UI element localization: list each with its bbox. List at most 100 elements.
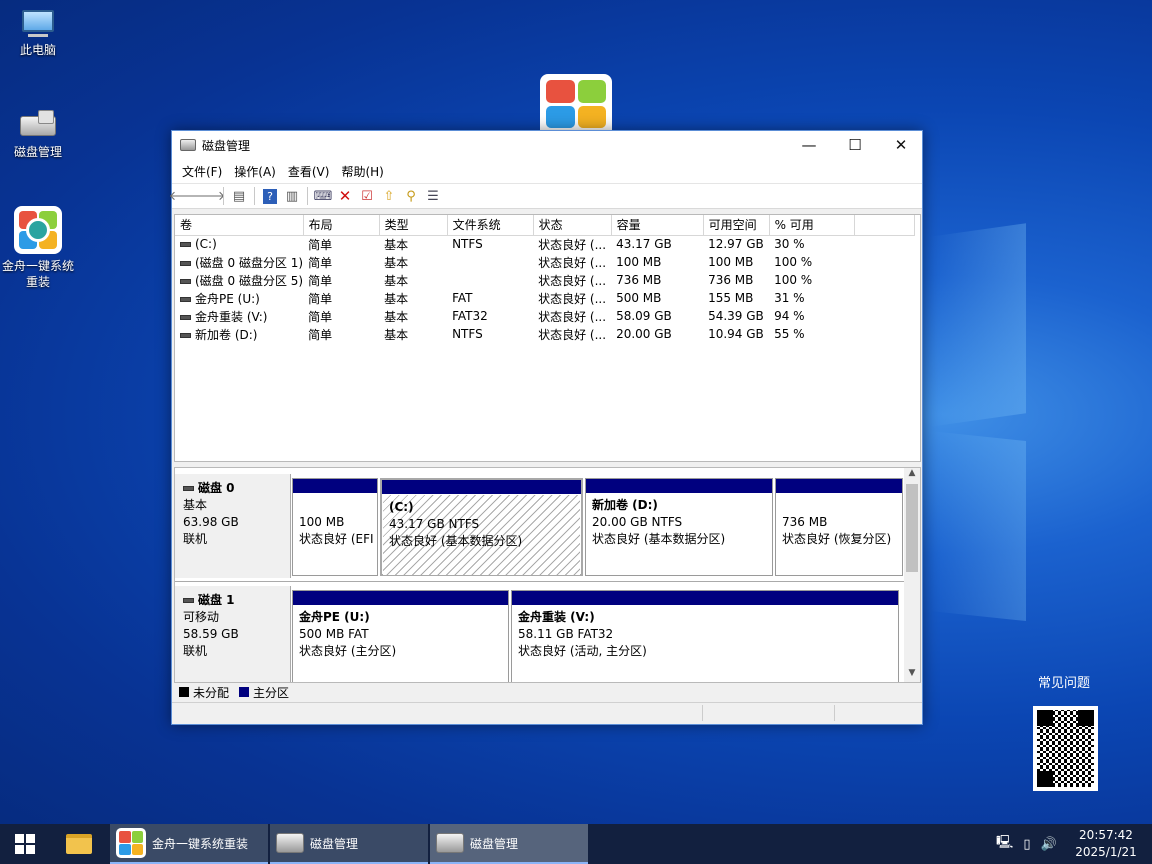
table-row[interactable]: (磁盘 0 磁盘分区 5) 简单 基本 状态良好 (... 736 MB 736… (175, 271, 914, 289)
cell-type: 基本 (384, 273, 409, 288)
table-row[interactable]: 金舟PE (U:) 简单 基本 FAT 状态良好 (... 500 MB 155… (175, 289, 914, 307)
taskbar: 金舟一键系统重装 磁盘管理 磁盘管理 🖳 ▯ 🔊 20:57:42 2025/1… (0, 824, 1152, 864)
taskbar-app-disk-mgmt-1[interactable]: 磁盘管理 (270, 824, 428, 864)
disk-1-label[interactable]: 磁盘 1 可移动 58.59 GB 联机 (175, 586, 291, 682)
desktop-icon-this-pc[interactable]: 此电脑 (0, 8, 76, 58)
cell-capacity: 43.17 GB (616, 237, 672, 252)
clock-time: 20:57:42 (1079, 828, 1133, 842)
scroll-up-icon[interactable]: ▲ (904, 468, 920, 482)
scroll-down-icon[interactable]: ▼ (904, 668, 920, 682)
cell-fs: NTFS (452, 237, 483, 252)
cell-pct: 55 % (774, 327, 805, 341)
start-button[interactable] (0, 824, 50, 864)
checklist-icon[interactable]: ☑ (357, 186, 377, 206)
file-explorer-button[interactable] (50, 824, 108, 864)
disk-divider (175, 581, 905, 582)
col-status[interactable]: 状态 (533, 215, 612, 236)
help-icon[interactable]: ? (260, 186, 280, 206)
menu-action[interactable]: 操作(A) (228, 163, 282, 180)
close-button[interactable]: ✕ (878, 131, 924, 159)
up-folder-icon[interactable]: ⇧ (379, 186, 399, 206)
wallpaper-beam (930, 430, 1026, 622)
partition-recovery[interactable]: 736 MB 状态良好 (恢复分区) (775, 478, 903, 576)
maximize-button[interactable]: ☐ (832, 131, 878, 159)
cell-free: 736 MB (708, 273, 754, 287)
legend-unallocated: 未分配 (193, 685, 230, 700)
title-bar[interactable]: 磁盘管理 — ☐ ✕ (172, 131, 922, 159)
taskbar-app-jinzhou[interactable]: 金舟一键系统重装 (110, 824, 268, 864)
cell-free: 155 MB (708, 291, 754, 305)
disk-size: 63.98 GB (183, 515, 239, 529)
properties-icon[interactable]: ▥ (282, 186, 302, 206)
partition-u[interactable]: 金舟PE (U:) 500 MB FAT 状态良好 (主分区) (292, 590, 509, 682)
disk-0-label[interactable]: 磁盘 0 基本 63.98 GB 联机 (175, 474, 291, 578)
cell-capacity: 100 MB (616, 255, 662, 269)
col-capacity[interactable]: 容量 (611, 215, 704, 236)
cell-type: 基本 (384, 309, 409, 324)
menu-view[interactable]: 查看(V) (282, 163, 336, 180)
col-type[interactable]: 类型 (379, 215, 448, 236)
clock-date: 2025/1/21 (1075, 845, 1137, 859)
taskbar-app-disk-mgmt-2[interactable]: 磁盘管理 (430, 824, 588, 864)
partition-size: 100 MB (299, 515, 345, 529)
partition-c[interactable]: (C:) 43.17 GB NTFS 状态良好 (基本数据分区) (380, 478, 583, 576)
partition-size: 736 MB (782, 515, 828, 529)
disk-icon (183, 598, 194, 603)
col-pct-free[interactable]: % 可用 (769, 215, 855, 236)
usb-icon[interactable]: ▯ (1023, 837, 1030, 852)
cell-pct: 31 % (774, 291, 805, 305)
table-row[interactable]: 新加卷 (D:) 简单 基本 NTFS 状态良好 (... 20.00 GB 1… (175, 325, 914, 343)
cell-pct: 30 % (774, 237, 805, 252)
minimize-button[interactable]: — (786, 131, 832, 159)
settings-icon[interactable]: ☰ (423, 186, 443, 206)
jinzhou-floating-icon (540, 74, 612, 134)
cell-status: 状态良好 (... (538, 237, 607, 252)
jinzhou-reinstall-icon (14, 206, 62, 254)
cell-capacity: 58.09 GB (616, 309, 672, 323)
console-tree-icon[interactable]: ▤ (229, 186, 249, 206)
forward-arrow-icon[interactable]: 🡒 (191, 186, 226, 206)
disk-management-window: 磁盘管理 — ☐ ✕ 文件(F) 操作(A) 查看(V) 帮助(H) 🡐 🡒 ▤… (169, 130, 923, 725)
table-row[interactable]: 金舟重装 (V:) 简单 基本 FAT32 状态良好 (... 58.09 GB… (175, 307, 914, 325)
scroll-thumb[interactable] (906, 484, 918, 572)
status-divider (834, 705, 835, 721)
desktop-icon-disk-management[interactable]: 磁盘管理 (0, 110, 76, 160)
volume-icon[interactable]: 🔊 (1041, 837, 1057, 852)
delete-icon[interactable]: ✕ (335, 186, 355, 206)
disk-kind: 可移动 (183, 610, 220, 624)
partition-size: 58.11 GB FAT32 (518, 627, 614, 641)
table-row[interactable]: (C:) 简单 基本 NTFS 状态良好 (... 43.17 GB 12.97… (175, 235, 914, 253)
partition-bar (382, 480, 581, 494)
cell-fs: FAT32 (452, 309, 488, 323)
partition-d[interactable]: 新加卷 (D:) 20.00 GB NTFS 状态良好 (基本数据分区) (585, 478, 773, 576)
partition-v[interactable]: 金舟重装 (V:) 58.11 GB FAT32 状态良好 (活动, 主分区) (511, 590, 899, 682)
menu-help[interactable]: 帮助(H) (335, 163, 389, 180)
app-icon (180, 139, 196, 151)
col-layout[interactable]: 布局 (303, 215, 380, 236)
partition-bar (776, 479, 902, 493)
menu-file[interactable]: 文件(F) (176, 163, 228, 180)
partition-size: 43.17 GB NTFS (389, 517, 480, 531)
faq-label[interactable]: 常见问题 (1038, 672, 1090, 691)
vertical-scrollbar[interactable]: ▲ ▼ (904, 468, 920, 682)
cell-type: 基本 (384, 255, 409, 270)
partition-title: 金舟重装 (V:) (518, 610, 595, 624)
cell-capacity: 20.00 GB (616, 327, 672, 341)
col-volume[interactable]: 卷 (175, 215, 304, 236)
col-filesystem[interactable]: 文件系统 (447, 215, 534, 236)
clock[interactable]: 20:57:42 2025/1/21 (1070, 824, 1142, 864)
network-icon[interactable]: 🖳 (996, 833, 1013, 855)
volume-list: 卷 布局 类型 文件系统 状态 容量 可用空间 % 可用 (C:) 简单 基本 … (174, 214, 921, 462)
partition-size: 500 MB FAT (299, 627, 369, 641)
partition-bar (586, 479, 772, 493)
cell-layout: 简单 (308, 291, 333, 306)
qr-code-image[interactable] (1033, 706, 1098, 791)
desktop-icon-jinzhou[interactable]: 金舟一键系统重装 (0, 206, 76, 290)
col-free[interactable]: 可用空间 (703, 215, 770, 236)
table-row[interactable]: (磁盘 0 磁盘分区 1) 简单 基本 状态良好 (... 100 MB 100… (175, 253, 914, 271)
search-icon[interactable]: ⚲ (401, 186, 421, 206)
partition-efi[interactable]: 100 MB 状态良好 (EFI (292, 478, 378, 576)
connect-icon[interactable]: ⌨ (313, 186, 333, 206)
desktop-icon-label: 此电脑 (19, 43, 56, 57)
disk-name: 磁盘 0 (198, 481, 235, 495)
